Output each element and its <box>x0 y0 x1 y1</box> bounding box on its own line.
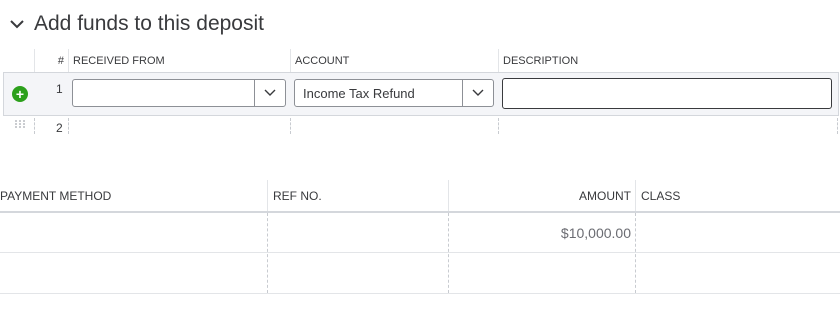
received-from-dropdown[interactable] <box>72 79 286 107</box>
row-number: 1 <box>56 82 63 96</box>
column-divider <box>837 118 838 134</box>
column-divider <box>290 118 291 134</box>
table-row[interactable] <box>0 116 840 136</box>
dropdown-toggle[interactable] <box>254 80 285 106</box>
column-divider <box>635 213 636 293</box>
col-header-payment-method: PAYMENT METHOD <box>0 188 112 203</box>
add-row-button[interactable]: + <box>12 86 28 102</box>
account-dropdown[interactable]: Income Tax Refund <box>294 79 494 107</box>
chevron-down-icon <box>264 89 276 96</box>
chevron-down-icon[interactable] <box>8 15 26 33</box>
drag-handle-icon[interactable] <box>14 119 26 129</box>
col-header-account: ACCOUNT <box>290 49 498 73</box>
col-header-class: CLASS <box>635 180 840 211</box>
section-header[interactable]: Add funds to this deposit <box>8 7 264 41</box>
table-row[interactable] <box>0 253 840 293</box>
col-header-num: # <box>34 49 68 73</box>
amount-cell[interactable]: $10,000.00 <box>450 225 631 241</box>
column-divider <box>448 213 449 293</box>
payment-table: PAYMENT METHOD REF NO. AMOUNT CLASS $10,… <box>0 180 840 295</box>
col-header-description: DESCRIPTION <box>498 49 840 73</box>
table-row[interactable] <box>0 213 840 252</box>
row-divider <box>0 293 840 294</box>
dropdown-toggle[interactable] <box>462 80 493 106</box>
column-divider <box>34 118 35 134</box>
description-input[interactable] <box>502 78 832 109</box>
column-divider <box>68 118 69 134</box>
plus-circle-icon: + <box>15 86 25 102</box>
col-header-received-from: RECEIVED FROM <box>68 49 290 73</box>
column-divider <box>267 213 268 293</box>
column-divider <box>498 118 499 134</box>
chevron-down-icon <box>472 89 484 96</box>
col-header-ref-no: REF NO. <box>267 180 448 211</box>
row-number: 2 <box>56 121 63 135</box>
col-header-amount: AMOUNT <box>448 180 635 211</box>
section-title: Add funds to this deposit <box>34 12 264 35</box>
account-value: Income Tax Refund <box>303 85 415 101</box>
line-items-table: # RECEIVED FROM ACCOUNT DESCRIPTION + 1 … <box>0 49 840 136</box>
